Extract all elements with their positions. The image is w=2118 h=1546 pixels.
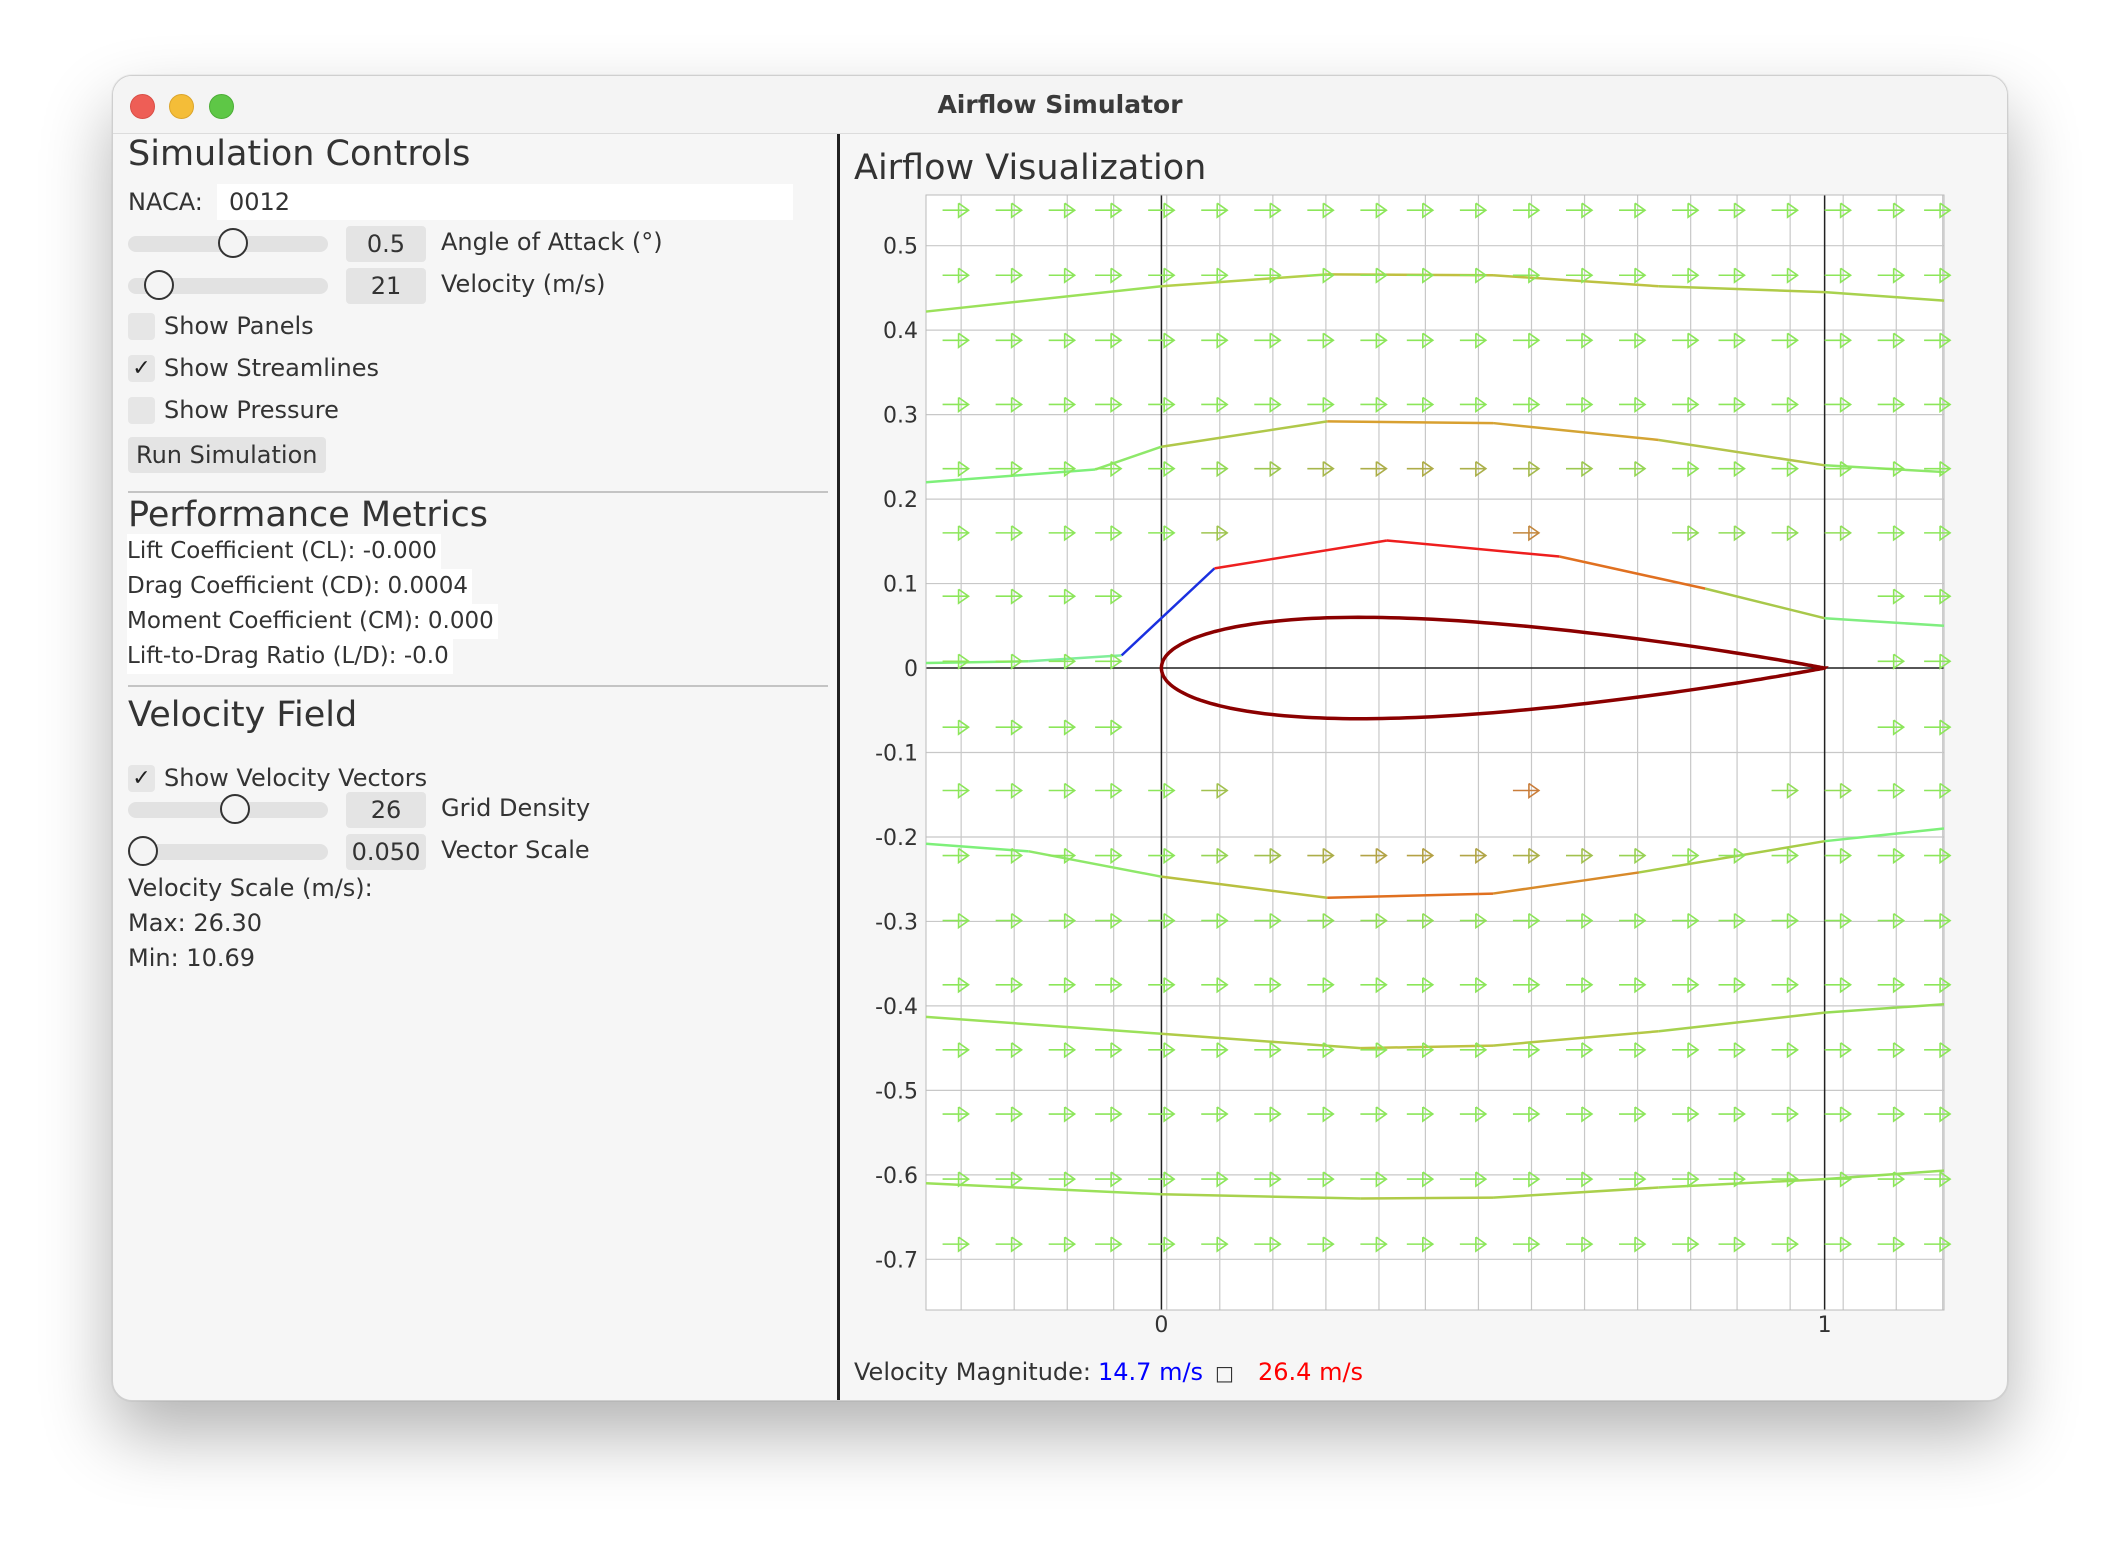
y-tick-label: -0.5: [875, 1079, 918, 1104]
velocity-min-text: Min: 10.69: [128, 944, 256, 972]
velocity-max-text: Max: 26.30: [128, 909, 263, 937]
airflow-visualization-heading: Airflow Visualization: [854, 148, 1206, 188]
lift-coefficient-text: Lift Coefficient (CL): -0.000: [127, 534, 441, 569]
lift-to-drag-text: Lift-to-Drag Ratio (L/D): -0.0: [127, 639, 453, 674]
y-tick-label: 0.4: [883, 319, 918, 344]
naca-label: NACA:: [128, 188, 203, 216]
y-tick-label: -0.7: [875, 1248, 918, 1273]
y-tick-label: -0.1: [875, 742, 918, 767]
angle-of-attack-slider[interactable]: [128, 228, 328, 258]
section-divider: [128, 685, 828, 687]
velocity-slider[interactable]: [128, 270, 328, 300]
velocity-scale-label: Velocity Scale (m/s):: [128, 874, 373, 902]
vector-scale-label: Vector Scale: [441, 836, 590, 864]
app-window: Airflow Simulator Simulation Controls NA…: [112, 75, 2008, 1401]
show-velocity-vectors-label: Show Velocity Vectors: [164, 764, 428, 792]
section-divider: [128, 491, 828, 493]
x-tick-label: 0: [1154, 1313, 1168, 1338]
y-tick-label: 0.1: [883, 573, 918, 598]
show-panels-label: Show Panels: [164, 312, 314, 340]
show-velocity-vectors-checkbox[interactable]: ✓: [128, 765, 155, 792]
grid-density-slider[interactable]: [128, 794, 328, 824]
simulation-controls-heading: Simulation Controls: [128, 134, 471, 174]
y-tick-label: 0.2: [883, 488, 918, 513]
show-streamlines-checkbox[interactable]: ✓: [128, 355, 155, 382]
naca-input[interactable]: [217, 184, 793, 220]
y-tick-label: 0: [904, 657, 918, 682]
control-panel: Simulation Controls NACA: 0.5 Angle of A…: [113, 134, 837, 1400]
grid-density-slider-handle[interactable]: [220, 794, 250, 824]
airflow-plot: Airflow Visualization 0.5 0.4 0.3 0.2 0.1 0 -0…: [854, 148, 1952, 1386]
show-panels-checkbox[interactable]: [128, 313, 155, 340]
visualization-panel: Airflow Visualization 0.5 0.4 0.3 0.2 0.1 0 -0…: [840, 134, 2007, 1400]
legend-high-value: 26.4 m/s: [1258, 1358, 1363, 1386]
legend-low-value: 14.7 m/s: [1098, 1358, 1203, 1386]
show-streamlines-label: Show Streamlines: [164, 354, 380, 382]
y-tick-label: 0.5: [883, 235, 918, 260]
run-simulation-button[interactable]: Run Simulation: [128, 437, 326, 473]
y-tick-label: -0.3: [875, 910, 918, 935]
show-pressure-checkbox[interactable]: [128, 397, 155, 424]
velocity-label: Velocity (m/s): [441, 270, 606, 298]
y-tick-label: -0.2: [875, 826, 918, 851]
y-tick-label: -0.6: [875, 1164, 918, 1189]
velocity-slider-handle[interactable]: [144, 270, 174, 300]
title-bar: Airflow Simulator: [113, 76, 2007, 134]
vector-scale-slider-handle[interactable]: [128, 836, 158, 866]
moment-coefficient-text: Moment Coefficient (CM): 0.000: [127, 604, 498, 639]
grid-density-label: Grid Density: [441, 794, 591, 822]
angle-of-attack-label: Angle of Attack (°): [441, 228, 663, 256]
legend-label: Velocity Magnitude:: [854, 1358, 1091, 1386]
drag-coefficient-text: Drag Coefficient (CD): 0.0004: [127, 569, 473, 604]
grid-density-spinner[interactable]: 26: [346, 792, 426, 828]
window-title: Airflow Simulator: [937, 90, 1183, 119]
angle-of-attack-slider-handle[interactable]: [218, 228, 248, 258]
performance-metrics-heading: Performance Metrics: [128, 495, 488, 535]
angle-of-attack-spinner[interactable]: 0.5: [346, 226, 426, 262]
y-tick-label: 0.3: [883, 404, 918, 429]
x-tick-label: 1: [1818, 1313, 1832, 1338]
streamline-segment: [1360, 1196, 1494, 1200]
streamline-segment: [1327, 420, 1494, 425]
show-pressure-label: Show Pressure: [164, 396, 339, 424]
velocity-spinner[interactable]: 21: [346, 268, 426, 304]
vector-scale-spinner[interactable]: 0.050: [346, 834, 426, 870]
velocity-field-heading: Velocity Field: [128, 695, 358, 735]
y-tick-label: -0.4: [875, 995, 918, 1020]
legend-swatch: □: [1215, 1361, 1234, 1385]
vector-scale-slider[interactable]: [128, 836, 328, 866]
plot-area: 0.5 0.4 0.3 0.2 0.1 0 -0.1 -0.2 -0.3 -0.4 -0.5 -0.6…: [875, 194, 1952, 1338]
